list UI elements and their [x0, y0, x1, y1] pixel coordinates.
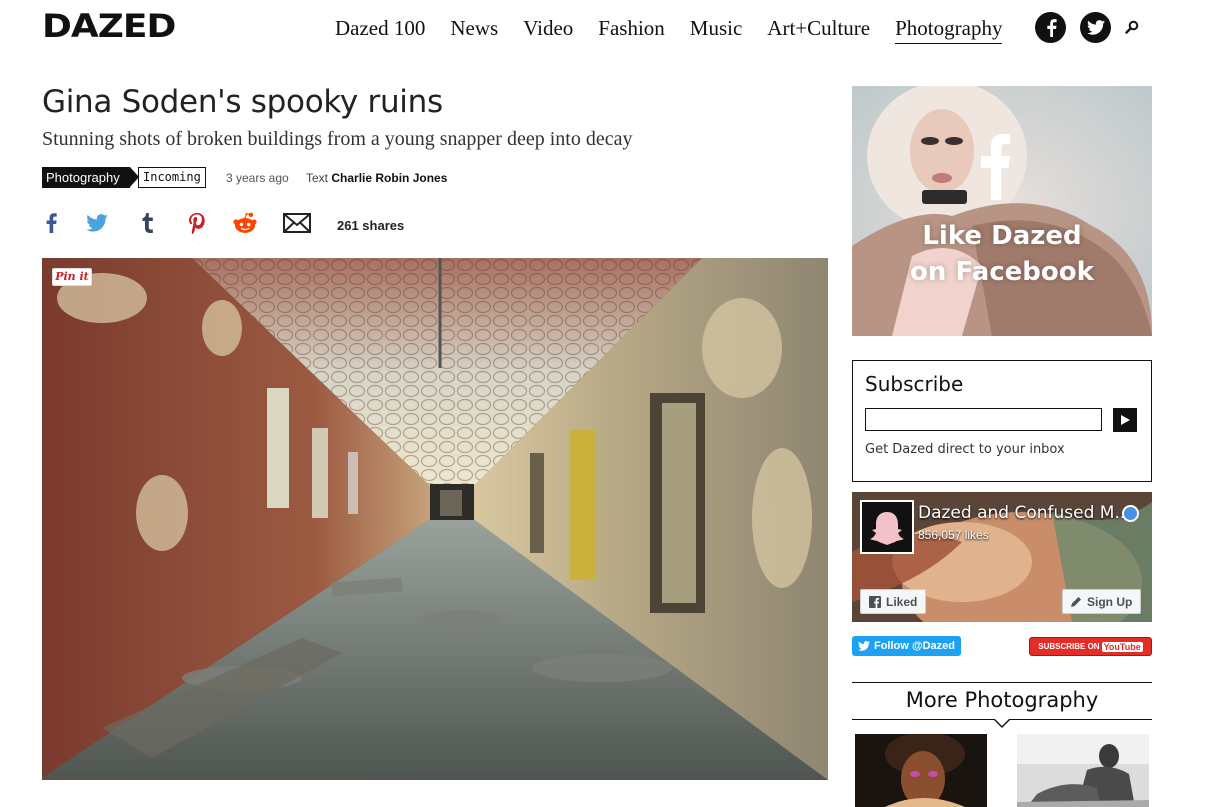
- youtube-subscribe-button[interactable]: SUBSCRIBE ON YouTube: [1029, 637, 1152, 656]
- twitter-follow-label: Follow @Dazed: [873, 640, 955, 652]
- tag-incoming[interactable]: Incoming: [138, 167, 206, 188]
- pencil-icon: [1071, 597, 1081, 607]
- facebook-promo-banner[interactable]: Like Dazed on Facebook: [852, 86, 1152, 336]
- facebook-promo-line-1: Like Dazed: [922, 221, 1082, 251]
- article-title: Gina Soden's spooky ruins: [42, 84, 443, 120]
- share-count: 261 shares: [337, 218, 405, 233]
- related-thumbnail[interactable]: [855, 734, 987, 807]
- page-likes: 856,057 likes: [918, 528, 989, 542]
- tumblr-share-icon[interactable]: [132, 208, 162, 238]
- related-thumbnail[interactable]: [1017, 734, 1149, 807]
- article-tags: Photography Incoming: [42, 167, 206, 188]
- author-prefix: Text: [306, 171, 329, 185]
- email-input[interactable]: [865, 408, 1102, 431]
- article-hero-image: [42, 258, 828, 780]
- nav-fashion[interactable]: Fashion: [598, 16, 665, 44]
- nav-news[interactable]: News: [450, 16, 498, 44]
- youtube-logo-icon: YouTube: [1101, 641, 1143, 652]
- nav-music[interactable]: Music: [690, 16, 743, 44]
- twitter-share-icon[interactable]: [82, 208, 112, 238]
- facebook-promo-line-2: on Facebook: [910, 257, 1094, 287]
- dazed-logo[interactable]: DAZED: [42, 8, 176, 45]
- email-share-icon[interactable]: [282, 208, 312, 238]
- sign-up-label: Sign Up: [1087, 594, 1133, 609]
- author-name[interactable]: Charlie Robin Jones: [331, 171, 447, 185]
- nav-art-culture[interactable]: Art+Culture: [767, 16, 870, 44]
- author-byline: Text Charlie Robin Jones: [306, 171, 447, 185]
- facebook-icon: [869, 595, 881, 608]
- liked-button[interactable]: Liked: [860, 589, 927, 614]
- subscribe-submit-button[interactable]: [1113, 408, 1137, 432]
- twitter-icon[interactable]: [1080, 12, 1111, 43]
- subscribe-title: Subscribe: [865, 372, 964, 396]
- facebook-promo-text: Like Dazed on Facebook: [852, 218, 1152, 290]
- nav-dazed-100[interactable]: Dazed 100: [335, 16, 425, 44]
- sign-up-button[interactable]: Sign Up: [1062, 589, 1142, 614]
- youtube-subscribe-label: SUBSCRIBE ON: [1038, 642, 1100, 651]
- twitter-bird-icon: [857, 641, 870, 651]
- search-icon[interactable]: [1125, 20, 1139, 34]
- verified-badge-icon: [1122, 505, 1139, 522]
- page-avatar[interactable]: [860, 500, 914, 554]
- facebook-page-widget: Dazed and Confused M... 856,057 likes Li…: [852, 492, 1152, 622]
- subscribe-box: Subscribe Get Dazed direct to your inbox: [852, 360, 1152, 482]
- liked-label: Liked: [886, 594, 918, 609]
- subscribe-hint: Get Dazed direct to your inbox: [865, 442, 1065, 457]
- main-nav: Dazed 100 News Video Fashion Music Art+C…: [335, 16, 1027, 44]
- pinterest-share-icon[interactable]: [182, 208, 212, 238]
- twitter-follow-button[interactable]: Follow @Dazed: [852, 636, 961, 656]
- reddit-share-icon[interactable]: [230, 208, 260, 238]
- pin-it-button[interactable]: Pin it: [52, 268, 92, 286]
- publish-time: 3 years ago: [226, 171, 289, 185]
- page-name[interactable]: Dazed and Confused M...: [918, 503, 1131, 523]
- more-photography-notch: [993, 718, 1011, 728]
- facebook-icon[interactable]: [1035, 12, 1066, 43]
- more-photography-heading: More Photography: [852, 682, 1152, 720]
- nav-photography[interactable]: Photography: [895, 16, 1003, 44]
- tag-photography[interactable]: Photography: [42, 167, 139, 188]
- facebook-share-icon[interactable]: [36, 208, 66, 238]
- nav-video[interactable]: Video: [523, 16, 573, 44]
- play-arrow-icon: [1120, 415, 1130, 425]
- article-subtitle: Stunning shots of broken buildings from …: [42, 128, 633, 150]
